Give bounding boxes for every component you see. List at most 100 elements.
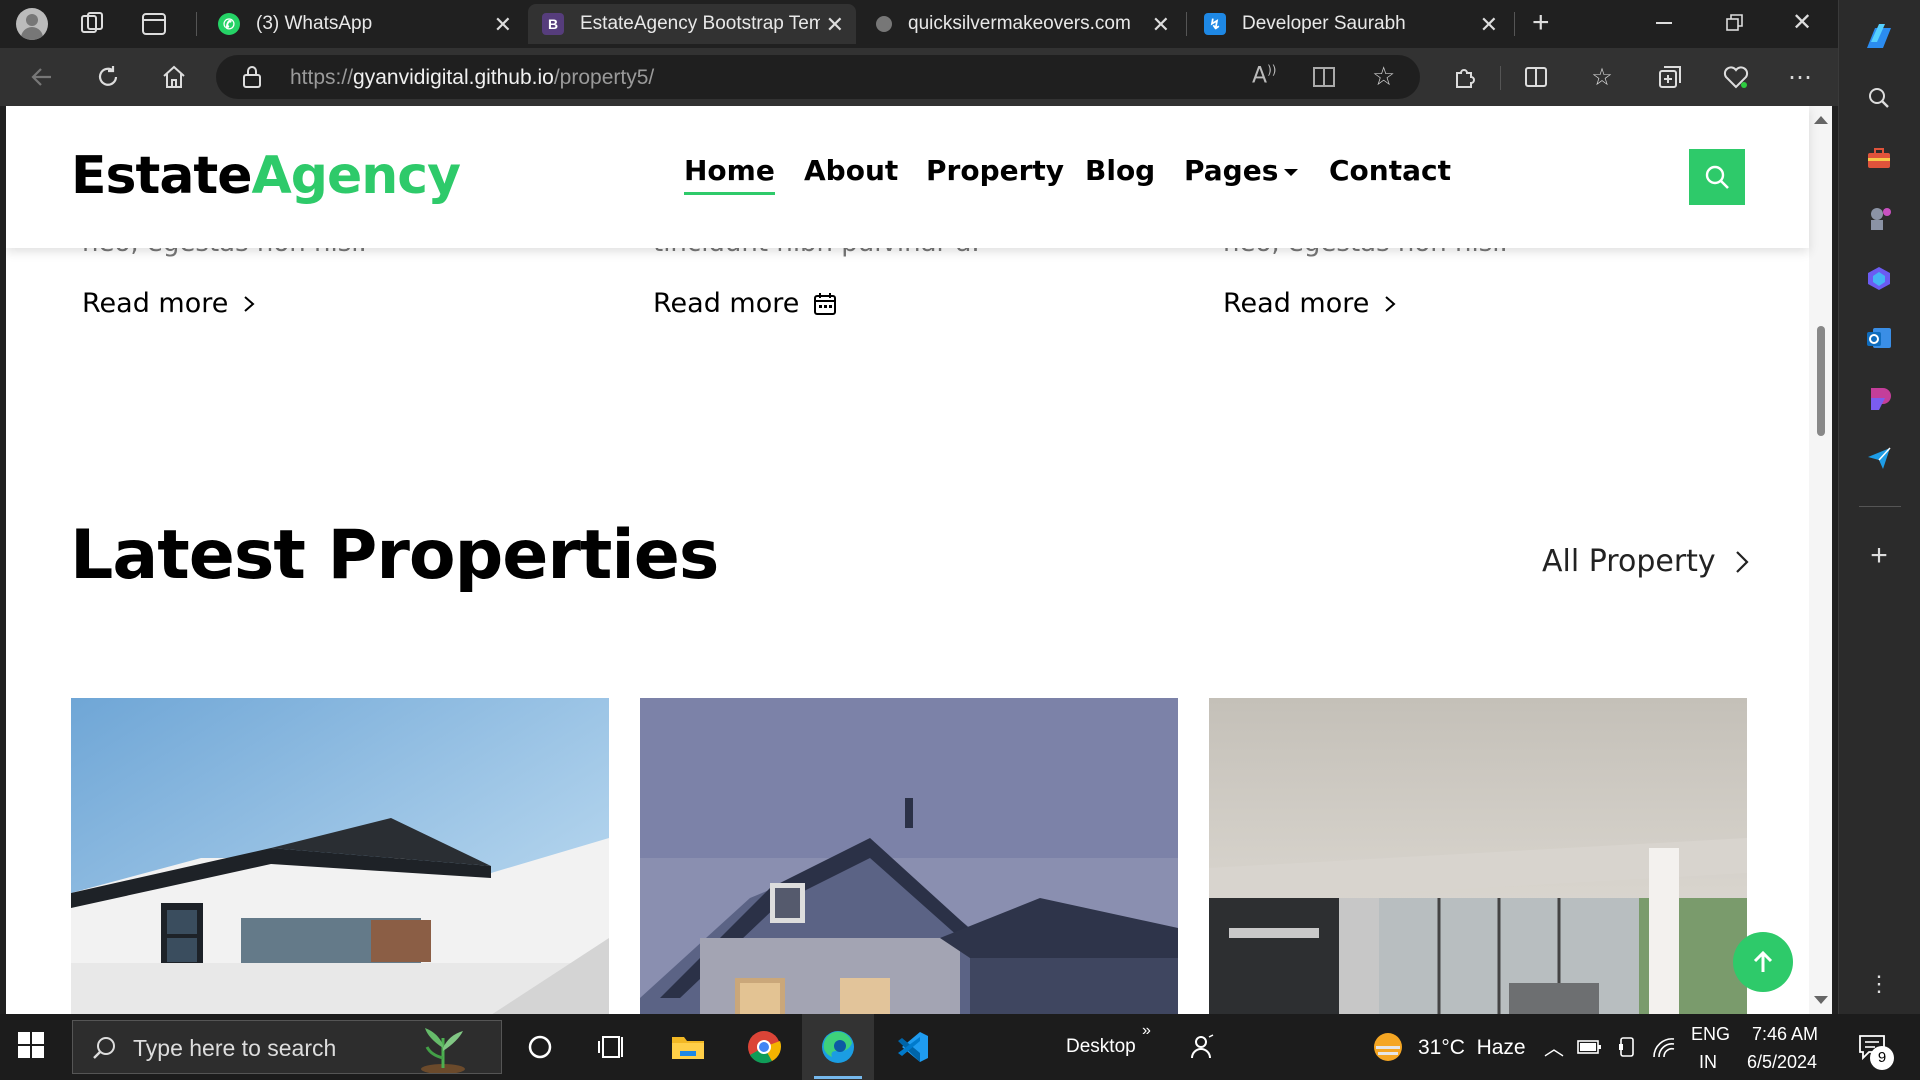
tab-whatsapp[interactable]: ✆ (3) WhatsApp ✕ (204, 4, 524, 44)
search-icon[interactable] (1861, 80, 1897, 116)
profile-avatar-icon[interactable] (16, 8, 48, 40)
extensions-icon[interactable] (1444, 57, 1484, 97)
copilot-designer-icon[interactable] (1861, 260, 1897, 296)
minimize-icon[interactable] (1656, 22, 1672, 24)
clock-time[interactable]: 7:46 AM (1752, 1024, 1818, 1045)
webpage: neo, egestas non nisi. tincidunt nibh pu… (6, 106, 1832, 1014)
nav-blog[interactable]: Blog (1085, 154, 1155, 187)
new-tab-icon[interactable]: + (1532, 6, 1550, 40)
designer-icon[interactable] (1861, 380, 1897, 416)
close-window-icon[interactable]: ✕ (1792, 8, 1812, 37)
nav-about[interactable]: About (804, 154, 898, 187)
more-menu-icon[interactable]: ⋯ (1780, 57, 1820, 97)
language-code[interactable]: ENG (1691, 1024, 1730, 1045)
search-icon (93, 1037, 115, 1059)
tab-quicksilver[interactable]: quicksilvermakeovers.com ✕ (862, 4, 1182, 44)
vscode-icon[interactable] (888, 1023, 936, 1071)
desktop-toolbar-label[interactable]: Desktop (1066, 1036, 1136, 1058)
read-more-link[interactable]: Read more (1223, 288, 1397, 319)
file-explorer-icon[interactable] (664, 1023, 712, 1071)
cortana-icon[interactable] (516, 1023, 564, 1071)
games-icon[interactable] (1861, 200, 1897, 236)
taskbar-search-box[interactable]: Type here to search (72, 1020, 502, 1074)
task-view-icon[interactable] (588, 1023, 636, 1071)
home-icon[interactable] (154, 57, 194, 97)
nav-property[interactable]: Property (926, 154, 1064, 187)
address-bar[interactable]: https://gyanvidigital.github.io/property… (216, 55, 1420, 99)
nav-pages-dropdown[interactable]: Pages (1184, 154, 1299, 187)
chevron-double-right-icon[interactable]: » (1142, 1022, 1151, 1040)
url-scheme: https:// (290, 66, 354, 89)
modern-house-photo (71, 698, 609, 1014)
read-aloud-icon[interactable]: A)) (1252, 63, 1276, 88)
workspaces-icon[interactable] (78, 10, 106, 43)
url-text[interactable]: https://gyanvidigital.github.io/property… (290, 66, 654, 90)
wifi-icon[interactable] (1640, 1023, 1688, 1071)
edge-icon[interactable] (814, 1023, 862, 1071)
nav-home[interactable]: Home (684, 154, 775, 195)
site-navbar: EstateAgency Home About Property Blog Pa… (6, 106, 1809, 248)
windows-taskbar: Type here to search Desktop » 31°C Haze … (0, 1014, 1920, 1080)
globe-icon (876, 16, 892, 32)
collections-icon[interactable] (1650, 57, 1690, 97)
copilot-icon[interactable] (1861, 20, 1897, 56)
back-icon[interactable] (22, 57, 62, 97)
people-icon[interactable] (1178, 1023, 1226, 1071)
tools-icon[interactable] (1861, 140, 1897, 176)
nav-pages-label: Pages (1184, 154, 1279, 187)
scroll-down-icon[interactable] (1814, 996, 1828, 1004)
restore-icon[interactable] (1726, 14, 1744, 37)
read-more-link[interactable]: Read more (82, 288, 256, 319)
close-tab-icon[interactable]: ✕ (826, 12, 844, 38)
search-button[interactable] (1689, 149, 1745, 205)
nav-contact[interactable]: Contact (1329, 154, 1451, 187)
section-title: Latest Properties (70, 516, 719, 595)
outlook-icon[interactable] (1861, 320, 1897, 356)
send-icon[interactable] (1861, 440, 1897, 476)
caret-down-icon (1284, 168, 1299, 176)
taskbar-search-placeholder: Type here to search (133, 1035, 337, 1061)
property-card-image[interactable] (640, 698, 1178, 1014)
page-scrollbar[interactable] (1809, 106, 1832, 1014)
read-more-link[interactable]: Read more (653, 288, 837, 319)
whatsapp-icon: ✆ (218, 13, 240, 35)
browser-essentials-icon[interactable] (1716, 57, 1756, 97)
close-tab-icon[interactable]: ✕ (494, 12, 512, 38)
close-tab-icon[interactable]: ✕ (1152, 12, 1170, 38)
tab-developer-saurabh[interactable]: ↯ Developer Saurabh ✕ (1190, 4, 1510, 44)
all-property-label: All Property (1542, 544, 1716, 579)
favorites-icon[interactable]: ☆ (1582, 57, 1622, 97)
all-property-link[interactable]: All Property (1542, 544, 1750, 579)
favorite-star-icon[interactable]: ☆ (1372, 61, 1395, 92)
tab-estateagency[interactable]: B EstateAgency Bootstrap Temp ✕ (528, 4, 856, 44)
chevron-up-icon[interactable]: ︿ (1544, 1032, 1564, 1061)
refresh-icon[interactable] (88, 57, 128, 97)
chevron-right-icon (1734, 549, 1750, 575)
tab-actions-icon[interactable] (140, 10, 168, 43)
url-path: /property5/ (553, 66, 655, 89)
weather-text[interactable]: 31°C Haze (1418, 1036, 1526, 1060)
lock-icon[interactable] (242, 65, 262, 94)
weather-sun-icon[interactable] (1364, 1023, 1412, 1071)
notification-count-badge: 9 (1870, 1046, 1894, 1070)
windows-start-icon[interactable] (18, 1032, 44, 1063)
edge-sidebar: + ⋮ (1838, 0, 1920, 1014)
scroll-thumb[interactable] (1817, 326, 1825, 436)
clock-date[interactable]: 6/5/2024 (1747, 1052, 1817, 1073)
immersive-reader-icon[interactable] (1312, 65, 1338, 94)
sidebar-settings-more-icon[interactable]: ⋮ (1861, 966, 1897, 1002)
property-card-image[interactable] (1209, 698, 1747, 1014)
search-icon (1705, 165, 1729, 189)
chrome-icon[interactable] (740, 1023, 788, 1071)
close-tab-icon[interactable]: ✕ (1480, 12, 1498, 38)
scroll-up-icon[interactable] (1814, 116, 1828, 124)
add-sidebar-app-icon[interactable]: + (1861, 538, 1897, 574)
split-screen-icon[interactable] (1516, 57, 1556, 97)
read-more-label: Read more (653, 288, 800, 319)
chevron-right-icon (242, 294, 256, 314)
arrow-up-icon (1753, 950, 1773, 972)
property-card-image[interactable] (71, 698, 609, 1014)
site-logo[interactable]: EstateAgency (71, 146, 461, 206)
back-to-top-button[interactable] (1733, 932, 1793, 992)
language-region[interactable]: IN (1699, 1052, 1717, 1073)
